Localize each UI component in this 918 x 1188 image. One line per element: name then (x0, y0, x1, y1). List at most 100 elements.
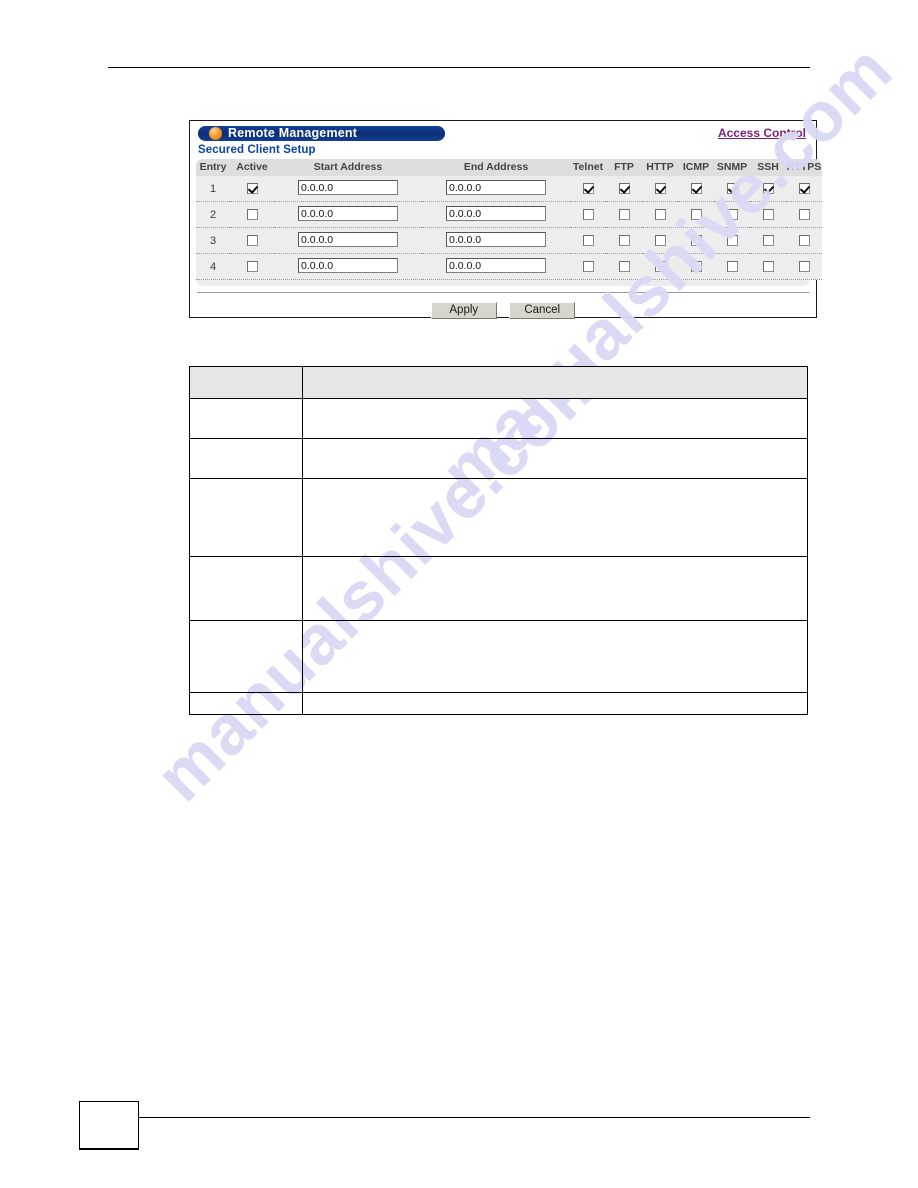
ftp-checkbox[interactable] (618, 235, 630, 247)
entry-number-cell: 2 (196, 201, 230, 228)
telnet-checkbox-cell (570, 176, 606, 202)
icmp-checkbox[interactable] (690, 235, 702, 247)
telnet-checkbox-cell (570, 201, 606, 228)
snmp-checkbox[interactable] (726, 183, 738, 195)
http-checkbox[interactable] (654, 235, 666, 247)
col-header-snmp: SNMP (714, 159, 750, 176)
active-checkbox-cell (230, 253, 274, 280)
active-checkbox[interactable] (246, 261, 258, 273)
telnet-checkbox[interactable] (582, 183, 594, 195)
col-header-http: HTTP (642, 159, 678, 176)
col-header-ssh: SSH (750, 159, 786, 176)
secured-client-table-body: 1 0.0.0.0 0.0.0.0 2 0.0.0.0 0.0.0.0 3 0.0.0.0 0.… (196, 176, 822, 280)
snmp-checkbox[interactable] (726, 209, 738, 221)
table-row: 1 0.0.0.0 0.0.0.0 (196, 176, 822, 202)
ssh-checkbox[interactable] (762, 235, 774, 247)
table-row: 4 0.0.0.0 0.0.0.0 (196, 253, 822, 280)
end-address-cell: 0.0.0.0 (422, 253, 570, 280)
https-checkbox-cell (786, 176, 822, 202)
icmp-checkbox-cell (678, 176, 714, 202)
ftp-checkbox[interactable] (618, 183, 630, 195)
https-checkbox[interactable] (798, 235, 810, 247)
http-checkbox-cell (642, 176, 678, 202)
description-row (189, 692, 808, 715)
ssh-checkbox-cell (750, 227, 786, 254)
end-address-cell: 0.0.0.0 (422, 176, 570, 202)
telnet-checkbox[interactable] (582, 209, 594, 221)
panel-titlebar: Remote Management Access Control (198, 126, 816, 143)
https-checkbox[interactable] (798, 183, 810, 195)
http-checkbox[interactable] (654, 261, 666, 273)
description-row (189, 556, 808, 621)
start-address-input[interactable]: 0.0.0.0 (298, 257, 398, 273)
ftp-checkbox-cell (606, 201, 642, 228)
snmp-checkbox-cell (714, 201, 750, 228)
description-label-cell (189, 438, 303, 479)
start-address-input[interactable]: 0.0.0.0 (298, 205, 398, 221)
entry-number-cell: 1 (196, 176, 230, 202)
https-checkbox-cell (786, 253, 822, 280)
end-address-input[interactable]: 0.0.0.0 (446, 205, 546, 221)
ssh-checkbox[interactable] (762, 209, 774, 221)
ssh-checkbox[interactable] (762, 183, 774, 195)
apply-button[interactable]: Apply (430, 302, 497, 319)
ftp-checkbox[interactable] (618, 261, 630, 273)
description-table (189, 366, 808, 715)
remote-management-screenshot: Remote Management Access Control Secured… (189, 120, 822, 319)
active-checkbox-cell (230, 201, 274, 228)
snmp-checkbox[interactable] (726, 261, 738, 273)
description-label-cell (189, 398, 303, 439)
ssh-checkbox[interactable] (762, 261, 774, 273)
start-address-input[interactable]: 0.0.0.0 (298, 231, 398, 247)
description-row (189, 438, 808, 479)
ftp-checkbox-cell (606, 253, 642, 280)
active-checkbox[interactable] (246, 235, 258, 247)
telnet-checkbox[interactable] (582, 261, 594, 273)
start-address-cell: 0.0.0.0 (274, 253, 422, 280)
active-checkbox[interactable] (246, 209, 258, 221)
description-row (189, 398, 808, 439)
description-header-description (302, 366, 808, 399)
http-checkbox-cell (642, 201, 678, 228)
snmp-checkbox-cell (714, 227, 750, 254)
description-label-cell (189, 478, 303, 557)
description-text-cell (302, 692, 808, 715)
icmp-checkbox[interactable] (690, 261, 702, 273)
end-address-input[interactable]: 0.0.0.0 (446, 179, 546, 195)
telnet-checkbox[interactable] (582, 235, 594, 247)
entry-number: 2 (209, 208, 217, 221)
description-table-body (189, 398, 808, 715)
http-checkbox[interactable] (654, 209, 666, 221)
col-header-start-address: Start Address (274, 159, 422, 176)
icmp-checkbox[interactable] (690, 183, 702, 195)
end-address-cell: 0.0.0.0 (422, 201, 570, 228)
ftp-checkbox[interactable] (618, 209, 630, 221)
https-checkbox[interactable] (798, 209, 810, 221)
panel-title: Remote Management (228, 126, 358, 140)
description-text-cell (302, 478, 808, 557)
col-header-telnet: Telnet (570, 159, 606, 176)
snmp-checkbox-cell (714, 176, 750, 202)
http-checkbox[interactable] (654, 183, 666, 195)
description-label-cell (189, 692, 303, 715)
active-checkbox[interactable] (246, 183, 258, 195)
header-rule (108, 67, 810, 68)
end-address-input[interactable]: 0.0.0.0 (446, 231, 546, 247)
end-address-input[interactable]: 0.0.0.0 (446, 257, 546, 273)
snmp-checkbox-cell (714, 253, 750, 280)
active-checkbox-cell (230, 227, 274, 254)
table-row: 3 0.0.0.0 0.0.0.0 (196, 227, 822, 254)
cancel-button[interactable]: Cancel (509, 302, 576, 319)
description-text-cell (302, 398, 808, 439)
snmp-checkbox[interactable] (726, 235, 738, 247)
entry-number-cell: 3 (196, 227, 230, 254)
https-checkbox-cell (786, 227, 822, 254)
icmp-checkbox[interactable] (690, 209, 702, 221)
access-control-link[interactable]: Access Control (718, 126, 806, 141)
entry-number-cell: 4 (196, 253, 230, 280)
start-address-input[interactable]: 0.0.0.0 (298, 179, 398, 195)
description-row (189, 620, 808, 693)
panel-subtitle: Secured Client Setup (198, 144, 316, 156)
https-checkbox[interactable] (798, 261, 810, 273)
col-header-end-address: End Address (422, 159, 570, 176)
